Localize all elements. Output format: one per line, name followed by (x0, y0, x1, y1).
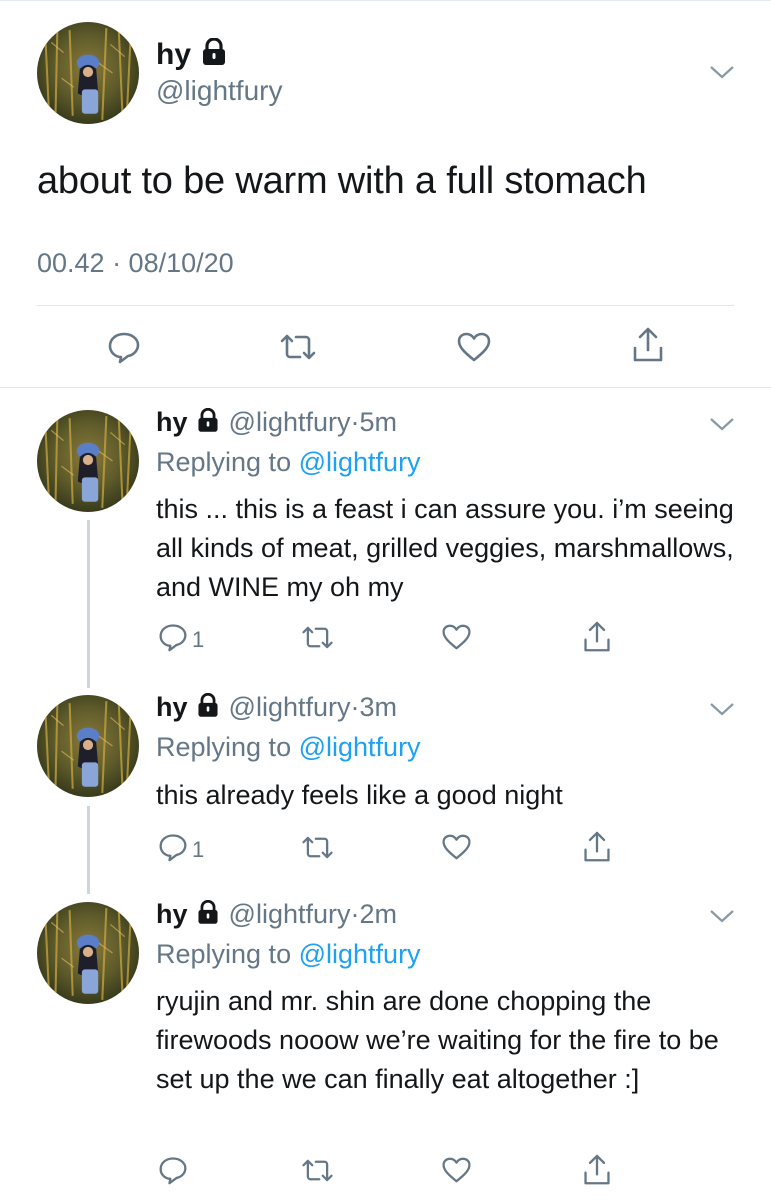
reply-time[interactable]: 5m (360, 407, 398, 437)
retweet-button[interactable] (300, 834, 335, 866)
like-button[interactable] (441, 1156, 472, 1189)
heart-icon (441, 623, 472, 656)
reply-header: hy @lightfury·3m (156, 692, 397, 725)
replying-to: Replying to @lightfury (156, 447, 421, 478)
retweet-icon (300, 1157, 335, 1189)
reply-count: 1 (192, 626, 205, 652)
reply-button[interactable]: 1 (158, 832, 204, 867)
reply-time[interactable]: 3m (360, 692, 398, 722)
chevron-down-icon[interactable] (709, 416, 735, 439)
section-divider (0, 387, 771, 388)
lock-icon (195, 407, 221, 440)
tweet-text: about to be warm with a full stomach (37, 160, 647, 202)
reply-author-handle[interactable]: @lightfury (229, 407, 351, 437)
share-button[interactable] (582, 620, 612, 659)
reply-text: this already feels like a good night (156, 780, 563, 810)
reply-button[interactable] (158, 1155, 188, 1190)
replying-prefix: Replying to (156, 939, 292, 969)
reply-author-name[interactable]: hy (156, 692, 188, 722)
separator: · (350, 407, 360, 437)
share-icon (631, 326, 665, 369)
like-button[interactable] (456, 331, 492, 368)
share-icon (582, 830, 612, 869)
heart-icon (441, 1156, 472, 1189)
share-button[interactable] (582, 830, 612, 869)
heart-icon (456, 331, 492, 368)
chevron-down-icon[interactable] (709, 64, 735, 87)
reply-header: hy @lightfury·2m (156, 899, 397, 932)
tweet-author-handle[interactable]: @lightfury (156, 75, 282, 107)
replying-to-link[interactable]: @lightfury (299, 939, 421, 969)
reply-button[interactable]: 1 (158, 622, 204, 657)
retweet-icon (300, 624, 335, 656)
retweet-icon (300, 834, 335, 866)
avatar[interactable] (37, 410, 139, 512)
divider (37, 305, 734, 306)
reply-author-handle[interactable]: @lightfury (229, 899, 351, 929)
heart-icon (441, 833, 472, 866)
chevron-down-icon[interactable] (709, 908, 735, 931)
reply-text: ryujin and mr. shin are done chopping th… (156, 986, 719, 1094)
reply-icon (158, 832, 188, 867)
reply-icon (158, 1155, 188, 1190)
retweet-button[interactable] (300, 1157, 335, 1189)
reply-icon (107, 330, 141, 369)
share-button[interactable] (631, 326, 665, 369)
chevron-down-icon[interactable] (709, 701, 735, 724)
replying-prefix: Replying to (156, 447, 292, 477)
thread-line (87, 520, 90, 688)
reply-text: this ... this is a feast i can assure yo… (156, 494, 734, 602)
separator: · (350, 692, 360, 722)
avatar[interactable] (37, 695, 139, 797)
replying-to: Replying to @lightfury (156, 939, 421, 970)
reply-button[interactable] (107, 330, 141, 369)
replying-to-link[interactable]: @lightfury (299, 447, 421, 477)
share-icon (582, 1153, 612, 1192)
author-name-text[interactable]: hy (156, 38, 191, 71)
reply-header: hy @lightfury·5m (156, 407, 397, 440)
separator: · (350, 899, 360, 929)
replying-prefix: Replying to (156, 732, 292, 762)
retweet-icon (278, 332, 318, 367)
share-button[interactable] (582, 1153, 612, 1192)
thread-line (87, 806, 90, 894)
like-button[interactable] (441, 833, 472, 866)
replying-to-link[interactable]: @lightfury (299, 732, 421, 762)
avatar[interactable] (37, 902, 139, 1004)
like-button[interactable] (441, 623, 472, 656)
tweet-timestamp[interactable]: 00.42 · 08/10/20 (37, 248, 234, 279)
reply-count: 1 (192, 836, 205, 862)
share-icon (582, 620, 612, 659)
reply-author-name[interactable]: hy (156, 407, 188, 437)
reply-time[interactable]: 2m (360, 899, 398, 929)
lock-icon (195, 899, 221, 932)
reply-author-name[interactable]: hy (156, 899, 188, 929)
reply-icon (158, 622, 188, 657)
replying-to: Replying to @lightfury (156, 732, 421, 763)
top-divider (0, 0, 771, 1)
retweet-button[interactable] (278, 332, 318, 367)
reply-author-handle[interactable]: @lightfury (229, 692, 351, 722)
lock-icon (199, 37, 229, 74)
retweet-button[interactable] (300, 624, 335, 656)
lock-icon (195, 692, 221, 725)
avatar[interactable] (37, 22, 139, 124)
tweet-author-name[interactable]: hy (156, 37, 229, 74)
